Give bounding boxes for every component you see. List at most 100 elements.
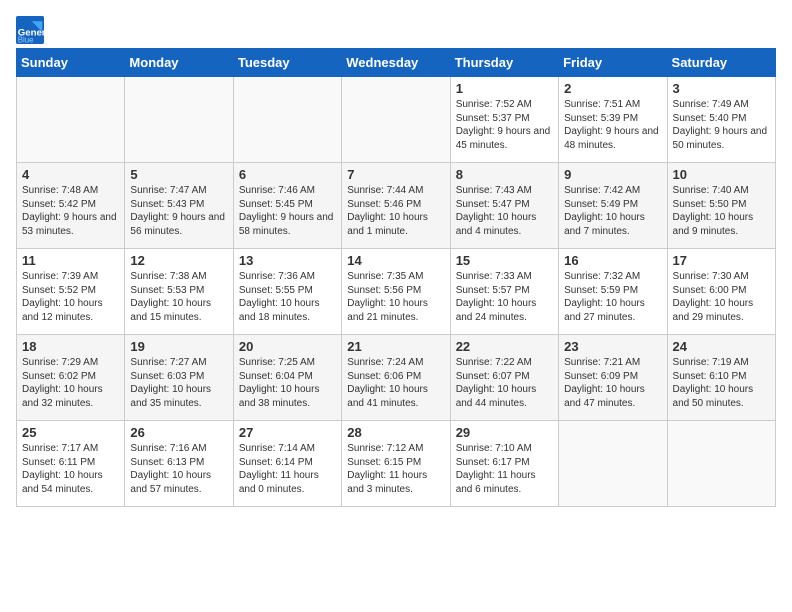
day-info: Sunrise: 7:17 AM Sunset: 6:11 PM Dayligh… [22,442,119,496]
calendar-cell: 3 Sunrise: 7:49 AM Sunset: 5:40 PM Daylig… [667,77,775,163]
calendar-cell: 25 Sunrise: 7:17 AM Sunset: 6:11 PM Dayli… [17,421,125,507]
day-number: 3 [673,81,770,96]
calendar-cell: 12 Sunrise: 7:38 AM Sunset: 5:53 PM Dayli… [125,249,233,335]
calendar-week-1: 1 Sunrise: 7:52 AM Sunset: 5:37 PM Daylig… [17,77,776,163]
calendar-cell: 24 Sunrise: 7:19 AM Sunset: 6:10 PM Dayli… [667,335,775,421]
weekday-header-row: SundayMondayTuesdayWednesdayThursdayFrid… [17,49,776,77]
weekday-header-saturday: Saturday [667,49,775,77]
calendar-cell [342,77,450,163]
logo-icon: General Blue [16,16,44,44]
calendar-cell: 17 Sunrise: 7:30 AM Sunset: 6:00 PM Dayli… [667,249,775,335]
day-info: Sunrise: 7:30 AM Sunset: 6:00 PM Dayligh… [673,270,770,324]
weekday-header-sunday: Sunday [17,49,125,77]
day-number: 12 [130,253,227,268]
calendar-cell: 4 Sunrise: 7:48 AM Sunset: 5:42 PM Daylig… [17,163,125,249]
day-number: 8 [456,167,553,182]
day-number: 13 [239,253,336,268]
calendar-cell: 23 Sunrise: 7:21 AM Sunset: 6:09 PM Dayli… [559,335,667,421]
day-info: Sunrise: 7:25 AM Sunset: 6:04 PM Dayligh… [239,356,336,410]
calendar-cell: 1 Sunrise: 7:52 AM Sunset: 5:37 PM Daylig… [450,77,558,163]
day-info: Sunrise: 7:33 AM Sunset: 5:57 PM Dayligh… [456,270,553,324]
day-info: Sunrise: 7:39 AM Sunset: 5:52 PM Dayligh… [22,270,119,324]
day-number: 23 [564,339,661,354]
weekday-header-wednesday: Wednesday [342,49,450,77]
day-info: Sunrise: 7:51 AM Sunset: 5:39 PM Dayligh… [564,98,661,152]
day-info: Sunrise: 7:24 AM Sunset: 6:06 PM Dayligh… [347,356,444,410]
day-number: 11 [22,253,119,268]
day-info: Sunrise: 7:36 AM Sunset: 5:55 PM Dayligh… [239,270,336,324]
day-info: Sunrise: 7:29 AM Sunset: 6:02 PM Dayligh… [22,356,119,410]
day-number: 24 [673,339,770,354]
day-number: 4 [22,167,119,182]
day-info: Sunrise: 7:12 AM Sunset: 6:15 PM Dayligh… [347,442,444,496]
calendar-cell: 19 Sunrise: 7:27 AM Sunset: 6:03 PM Dayli… [125,335,233,421]
day-info: Sunrise: 7:40 AM Sunset: 5:50 PM Dayligh… [673,184,770,238]
day-number: 22 [456,339,553,354]
day-number: 17 [673,253,770,268]
day-info: Sunrise: 7:14 AM Sunset: 6:14 PM Dayligh… [239,442,336,496]
day-info: Sunrise: 7:48 AM Sunset: 5:42 PM Dayligh… [22,184,119,238]
day-number: 19 [130,339,227,354]
day-info: Sunrise: 7:21 AM Sunset: 6:09 PM Dayligh… [564,356,661,410]
calendar-week-4: 18 Sunrise: 7:29 AM Sunset: 6:02 PM Dayli… [17,335,776,421]
day-number: 20 [239,339,336,354]
day-number: 6 [239,167,336,182]
page-header: General Blue [16,16,776,44]
day-info: Sunrise: 7:43 AM Sunset: 5:47 PM Dayligh… [456,184,553,238]
calendar-cell: 10 Sunrise: 7:40 AM Sunset: 5:50 PM Dayli… [667,163,775,249]
day-number: 10 [673,167,770,182]
day-info: Sunrise: 7:27 AM Sunset: 6:03 PM Dayligh… [130,356,227,410]
day-number: 18 [22,339,119,354]
day-number: 26 [130,425,227,440]
calendar-week-5: 25 Sunrise: 7:17 AM Sunset: 6:11 PM Dayli… [17,421,776,507]
calendar-cell: 5 Sunrise: 7:47 AM Sunset: 5:43 PM Daylig… [125,163,233,249]
calendar-week-2: 4 Sunrise: 7:48 AM Sunset: 5:42 PM Daylig… [17,163,776,249]
calendar-cell: 21 Sunrise: 7:24 AM Sunset: 6:06 PM Dayli… [342,335,450,421]
day-number: 9 [564,167,661,182]
calendar-cell: 22 Sunrise: 7:22 AM Sunset: 6:07 PM Dayli… [450,335,558,421]
calendar-cell [559,421,667,507]
day-number: 16 [564,253,661,268]
svg-text:Blue: Blue [18,35,34,44]
weekday-header-thursday: Thursday [450,49,558,77]
day-number: 5 [130,167,227,182]
calendar-cell: 2 Sunrise: 7:51 AM Sunset: 5:39 PM Daylig… [559,77,667,163]
calendar-cell: 8 Sunrise: 7:43 AM Sunset: 5:47 PM Daylig… [450,163,558,249]
calendar-cell: 16Sunrise: 7:32 AM Sunset: 5:59 PM Dayli… [559,249,667,335]
day-number: 25 [22,425,119,440]
day-info: Sunrise: 7:47 AM Sunset: 5:43 PM Dayligh… [130,184,227,238]
calendar-cell: 26Sunrise: 7:16 AM Sunset: 6:13 PM Dayli… [125,421,233,507]
calendar-cell: 29Sunrise: 7:10 AM Sunset: 6:17 PM Dayli… [450,421,558,507]
day-number: 2 [564,81,661,96]
day-info: Sunrise: 7:10 AM Sunset: 6:17 PM Dayligh… [456,442,553,496]
day-number: 15 [456,253,553,268]
calendar-cell: 7 Sunrise: 7:44 AM Sunset: 5:46 PM Daylig… [342,163,450,249]
day-info: Sunrise: 7:22 AM Sunset: 6:07 PM Dayligh… [456,356,553,410]
logo: General Blue [16,16,48,44]
calendar-week-3: 11 Sunrise: 7:39 AM Sunset: 5:52 PM Dayli… [17,249,776,335]
weekday-header-monday: Monday [125,49,233,77]
day-number: 1 [456,81,553,96]
day-info: Sunrise: 7:35 AM Sunset: 5:56 PM Dayligh… [347,270,444,324]
calendar-table: SundayMondayTuesdayWednesdayThursdayFrid… [16,48,776,507]
calendar-cell: 27 Sunrise: 7:14 AM Sunset: 6:14 PM Dayli… [233,421,341,507]
calendar-cell: 11 Sunrise: 7:39 AM Sunset: 5:52 PM Dayli… [17,249,125,335]
calendar-cell: 14Sunrise: 7:35 AM Sunset: 5:56 PM Dayli… [342,249,450,335]
day-info: Sunrise: 7:44 AM Sunset: 5:46 PM Dayligh… [347,184,444,238]
calendar-cell [233,77,341,163]
day-info: Sunrise: 7:19 AM Sunset: 6:10 PM Dayligh… [673,356,770,410]
calendar-cell: 9 Sunrise: 7:42 AM Sunset: 5:49 PM Daylig… [559,163,667,249]
calendar-cell: 20 Sunrise: 7:25 AM Sunset: 6:04 PM Dayli… [233,335,341,421]
day-info: Sunrise: 7:42 AM Sunset: 5:49 PM Dayligh… [564,184,661,238]
calendar-cell [667,421,775,507]
day-info: Sunrise: 7:52 AM Sunset: 5:37 PM Dayligh… [456,98,553,152]
day-info: Sunrise: 7:49 AM Sunset: 5:40 PM Dayligh… [673,98,770,152]
calendar-cell: 15 Sunrise: 7:33 AM Sunset: 5:57 PM Dayli… [450,249,558,335]
weekday-header-tuesday: Tuesday [233,49,341,77]
day-number: 27 [239,425,336,440]
day-info: Sunrise: 7:46 AM Sunset: 5:45 PM Dayligh… [239,184,336,238]
calendar-cell: 28Sunrise: 7:12 AM Sunset: 6:15 PM Dayli… [342,421,450,507]
day-number: 7 [347,167,444,182]
day-info: Sunrise: 7:38 AM Sunset: 5:53 PM Dayligh… [130,270,227,324]
day-number: 21 [347,339,444,354]
